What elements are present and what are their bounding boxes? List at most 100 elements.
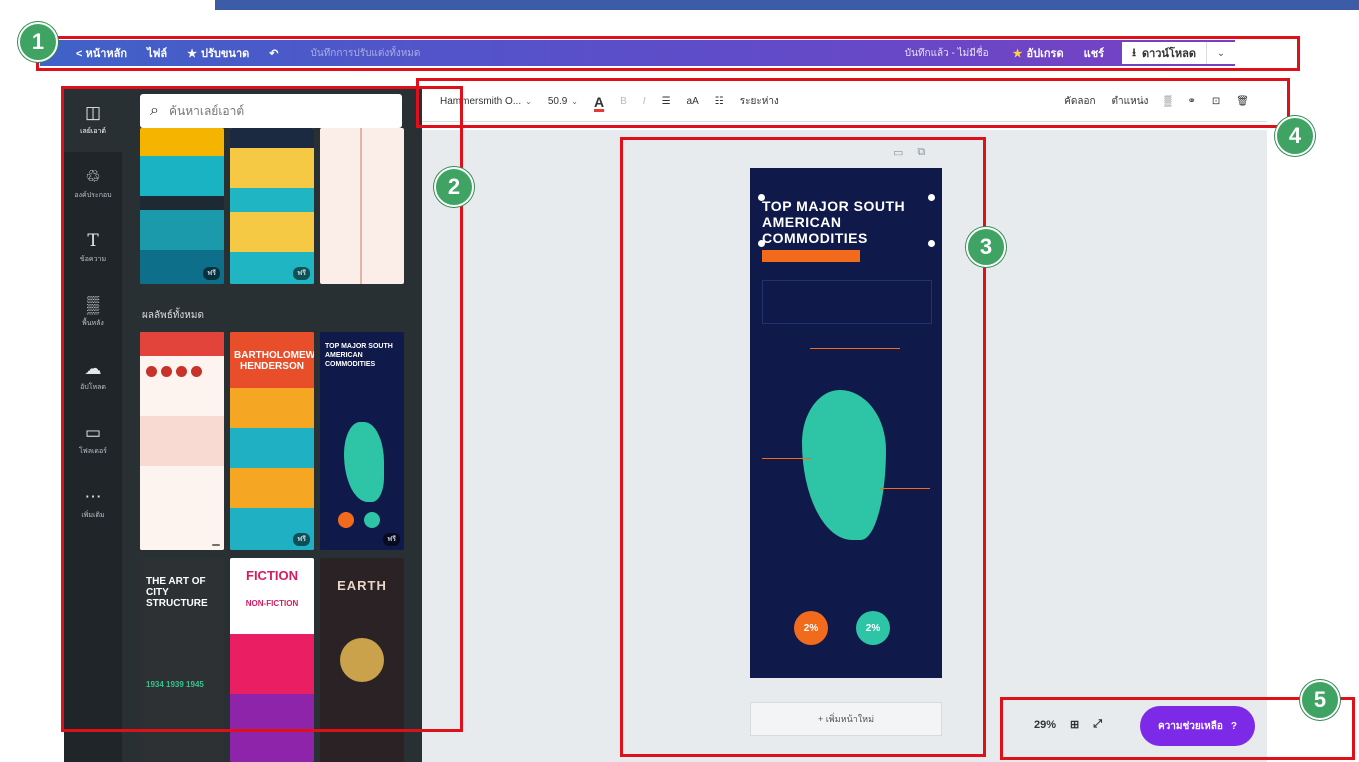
layout-thumbnail[interactable] xyxy=(320,128,404,284)
spacing-label: ระยะห่าง xyxy=(739,96,779,107)
layout-thumbnail[interactable]: ฟรี xyxy=(230,128,314,284)
upgrade-label: อัปเกรด xyxy=(1026,48,1064,60)
elements-icon: ♲ xyxy=(85,166,101,186)
grid-view-icon[interactable]: ⊞ xyxy=(1070,718,1079,731)
layout-thumbnail[interactable] xyxy=(140,332,224,550)
font-size-label: 50.9 xyxy=(547,96,568,107)
annotation-number-5: 5 xyxy=(1300,680,1340,720)
selection-handle[interactable] xyxy=(928,194,935,201)
top-menu-bar: < หน้าหลัก ไฟล์ ★ ปรับขนาด ↶ บันทึกการปรั… xyxy=(40,40,1280,66)
layout-thumbnail[interactable]: ฟรี xyxy=(140,128,224,284)
crown-icon: ★ xyxy=(1012,47,1023,60)
leader-line xyxy=(880,488,930,489)
file-menu-button[interactable]: ไฟล์ xyxy=(137,44,177,62)
layout-thumbnail[interactable]: EARTH xyxy=(320,558,404,762)
delete-button[interactable]: 🗑 xyxy=(1228,96,1267,107)
design-page[interactable]: TOP MAJOR SOUTH AMERICAN COMMODITIES 2% … xyxy=(750,168,942,678)
nav-elements[interactable]: ♲ องค์ประกอบ xyxy=(64,152,122,216)
page-notes-icon[interactable]: ▭ xyxy=(893,146,903,159)
free-badge xyxy=(212,544,220,546)
help-button[interactable]: ความช่วยเหลือ ? xyxy=(1140,706,1255,746)
bold-button[interactable]: B xyxy=(612,96,635,107)
zoom-controls: 29% ⊞ ⤢ xyxy=(1034,718,1102,731)
zoom-level[interactable]: 29% xyxy=(1034,719,1056,731)
bold-label: B xyxy=(620,96,627,107)
position-button[interactable]: ตำแหน่ง xyxy=(1104,94,1157,109)
position-label: ตำแหน่ง xyxy=(1111,96,1149,107)
left-sidebar-nav: ◫ เลย์เอาต์ ♲ องค์ประกอบ T ข้อความ ▒ พื้… xyxy=(64,88,122,762)
resize-label: ปรับขนาด xyxy=(201,48,250,60)
download-label: ดาวน์โหลด xyxy=(1141,48,1196,60)
results-section-label: ผลลัพธ์ทั้งหมด xyxy=(142,310,204,321)
thumbnail-title: THE ART OF CITY STRUCTURE xyxy=(146,576,208,609)
italic-label: I xyxy=(642,96,646,107)
lock-icon: ⊡ xyxy=(1211,96,1221,107)
thumbnail-title: BARTHOLOMEW HENDERSON xyxy=(230,332,314,388)
nav-more[interactable]: ⋯ เพิ่มเติม xyxy=(64,472,122,536)
nav-uploads[interactable]: ☁ อัปโหลด xyxy=(64,344,122,408)
link-button[interactable]: ⚭ xyxy=(1180,96,1204,107)
page-title-text[interactable]: TOP MAJOR SOUTH AMERICAN COMMODITIES xyxy=(762,198,922,246)
duplicate-page-icon[interactable]: ⧉ xyxy=(917,146,925,159)
layout-search-box[interactable]: ⌕ xyxy=(140,94,402,128)
nav-background[interactable]: ▒ พื้นหลัง xyxy=(64,280,122,344)
thumbnail-subtitle: NON-FICTION xyxy=(245,599,299,608)
thumbnail-years: 1934 1939 1945 xyxy=(146,680,204,689)
selection-handle[interactable] xyxy=(758,194,765,201)
nav-text[interactable]: T ข้อความ xyxy=(64,216,122,280)
transparency-button[interactable]: ▒ xyxy=(1156,96,1179,107)
thumbnail-title: FICTION xyxy=(246,568,298,583)
nav-layouts[interactable]: ◫ เลย์เอาต์ xyxy=(64,88,122,152)
header-blank xyxy=(1235,40,1280,66)
thumbnail-title: TOP MAJOR SOUTH AMERICAN COMMODITIES xyxy=(325,343,393,368)
copy-label: คัดลอก xyxy=(1064,96,1096,107)
stat-circle: 2% xyxy=(794,611,828,645)
add-page-button[interactable]: + เพิ่มหน้าใหม่ xyxy=(750,702,942,736)
selection-handle[interactable] xyxy=(928,240,935,247)
selection-handle[interactable] xyxy=(758,240,765,247)
design-title-field[interactable]: บันทึกการปรับแต่งทั้งหมด xyxy=(288,46,588,61)
lock-button[interactable]: ⊡ xyxy=(1204,96,1228,107)
download-options-button[interactable]: ⌄ xyxy=(1207,42,1235,64)
free-badge: ฟรี xyxy=(383,533,400,546)
layout-thumbnail[interactable]: TOP MAJOR SOUTH AMERICAN COMMODITIES ฟรี xyxy=(320,332,404,550)
annotation-number-3: 3 xyxy=(966,227,1006,267)
italic-button[interactable]: I xyxy=(635,96,654,107)
layout-icon: ◫ xyxy=(84,102,102,122)
nav-elements-label: องค์ประกอบ xyxy=(74,191,112,199)
text-color-button[interactable]: A xyxy=(586,94,612,110)
layout-thumbnail[interactable]: THE ART OF CITY STRUCTURE 1934 1939 1945 xyxy=(140,558,224,762)
nav-folders[interactable]: ▭ โฟลเดอร์ xyxy=(64,408,122,472)
align-button[interactable]: ☰ xyxy=(654,96,679,107)
save-status: บันทึกแล้ว - ไม่มีชื่อ xyxy=(904,47,989,59)
fullscreen-icon[interactable]: ⤢ xyxy=(1093,718,1102,731)
link-icon: ⚭ xyxy=(1187,96,1196,107)
chevron-down-icon: ⌄ xyxy=(571,97,578,106)
list-button[interactable]: ☷ xyxy=(707,96,732,107)
intro-box xyxy=(762,280,932,324)
font-size-dropdown[interactable]: 50.9 ⌄ xyxy=(540,96,586,107)
search-input[interactable] xyxy=(168,104,369,118)
layout-thumbnail[interactable]: FICTION NON-FICTION xyxy=(230,558,314,762)
upgrade-button[interactable]: ★ อัปเกรด xyxy=(1003,44,1074,62)
nav-background-label: พื้นหลัง xyxy=(82,319,104,327)
home-label: < หน้าหลัก xyxy=(76,48,128,60)
case-button[interactable]: aA xyxy=(679,96,707,107)
layout-thumbnail[interactable]: BARTHOLOMEW HENDERSON ฟรี xyxy=(230,332,314,550)
share-button[interactable]: แชร์ xyxy=(1074,44,1114,62)
text-icon: T xyxy=(87,230,99,251)
download-button[interactable]: ⭳ ดาวน์โหลด xyxy=(1122,42,1207,64)
undo-button[interactable]: ↶ xyxy=(259,47,288,60)
align-left-icon: ☰ xyxy=(661,96,671,107)
copy-button[interactable]: คัดลอก xyxy=(1056,94,1103,109)
star-icon: ★ xyxy=(187,47,198,60)
free-badge: ฟรี xyxy=(293,267,310,280)
resize-button[interactable]: ★ ปรับขนาด xyxy=(177,44,259,62)
background-icon: ▒ xyxy=(86,294,100,314)
font-family-dropdown[interactable]: Hammersmith O... ⌄ xyxy=(422,96,540,107)
nav-layouts-label: เลย์เอาต์ xyxy=(80,127,106,135)
spacing-button[interactable]: ระยะห่าง xyxy=(732,94,787,109)
more-icon: ⋯ xyxy=(84,486,102,506)
share-label: แชร์ xyxy=(1083,48,1105,60)
question-icon: ? xyxy=(1230,720,1238,732)
